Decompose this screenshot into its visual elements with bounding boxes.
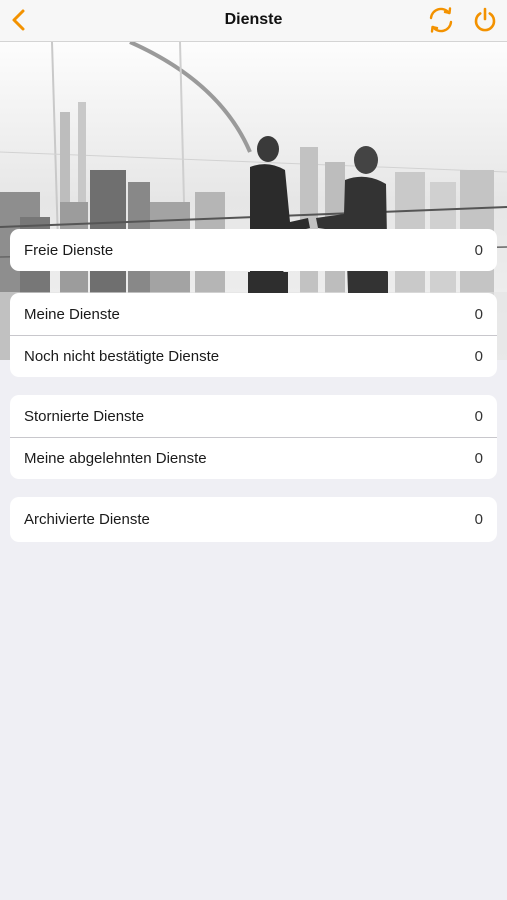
section-my-services: Meine Dienste 0 Noch nicht bestätigte Di… [10,293,497,377]
row-count: 0 [474,305,483,323]
row-count: 0 [474,241,483,259]
row-label: Noch nicht bestätigte Dienste [24,348,220,365]
refresh-icon [429,7,453,33]
row-label: Meine Dienste [24,305,120,323]
navigation-bar: Dienste [0,0,507,42]
list-item-stornierte[interactable]: Stornierte Dienste 0 [10,395,497,437]
list-item-freie-dienste[interactable]: Freie Dienste 0 [10,229,497,271]
list-item-abgelehnte[interactable]: Meine abgelehnten Dienste 0 [10,437,497,479]
row-label: Meine abgelehnten Dienste [24,450,207,467]
power-icon [474,7,496,32]
list-item-unconfirmed[interactable]: Noch nicht bestätigte Dienste 0 [10,335,497,377]
row-label: Archivierte Dienste [24,511,150,528]
section-archived: Archivierte Dienste 0 [10,497,497,542]
logout-button[interactable] [468,4,502,36]
section-free: Freie Dienste 0 [10,229,497,271]
list-item-archivierte[interactable]: Archivierte Dienste 0 [10,497,497,542]
row-label: Freie Dienste [24,241,114,259]
row-count: 0 [474,511,483,528]
row-count: 0 [474,348,483,365]
list-item-meine-dienste[interactable]: Meine Dienste 0 [10,293,497,335]
refresh-button[interactable] [424,4,458,36]
section-cancelled: Stornierte Dienste 0 Meine abgelehnten D… [10,395,497,479]
row-count: 0 [474,450,483,467]
row-count: 0 [474,407,483,425]
row-label: Stornierte Dienste [24,407,145,425]
